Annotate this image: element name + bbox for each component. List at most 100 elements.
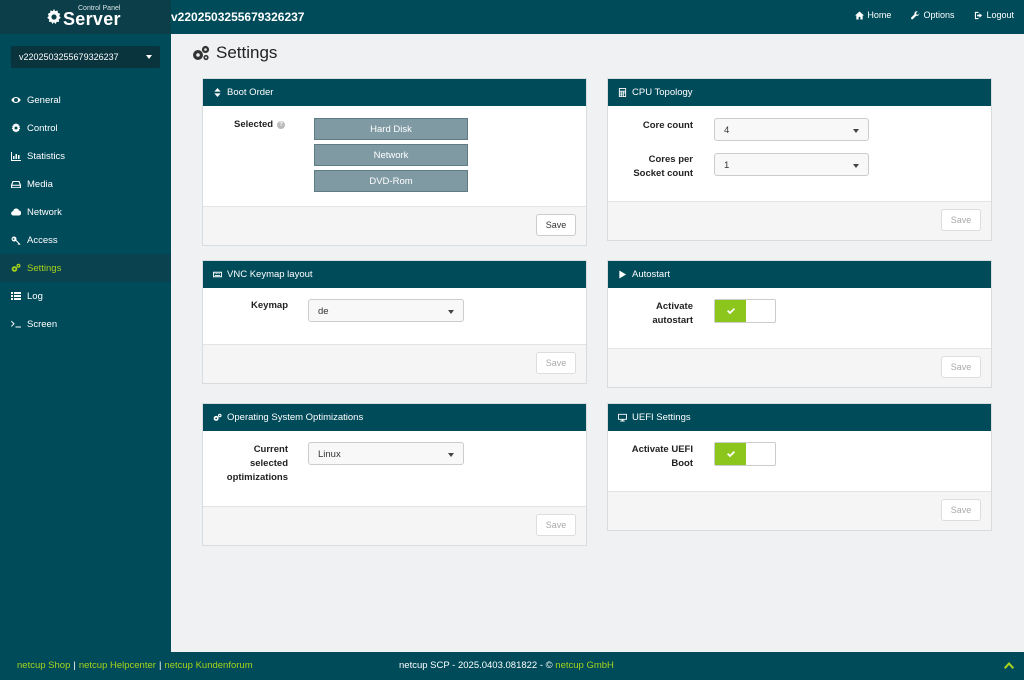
sidebar-item-label: Media: [27, 178, 53, 190]
autostart-toggle[interactable]: [714, 299, 776, 323]
footer-link-helpcenter[interactable]: netcup Helpcenter: [79, 660, 156, 671]
server-title: v2202503255679326237: [171, 10, 305, 24]
save-button[interactable]: Save: [536, 352, 576, 374]
chevron-down-icon: [448, 310, 454, 314]
label-line: Activate: [656, 301, 693, 312]
sidebar-item-label: Screen: [27, 318, 58, 330]
home-link[interactable]: Home: [855, 10, 891, 20]
logo[interactable]: Control Panel Server: [0, 0, 171, 34]
sidebar-item-general[interactable]: General: [0, 86, 171, 114]
panel-footer: Save: [203, 206, 586, 245]
key-icon: [10, 235, 22, 245]
boot-item-dvd-rom[interactable]: DVD-Rom: [314, 170, 468, 192]
logo-title: Server: [63, 9, 121, 29]
chevron-up-icon[interactable]: [1004, 662, 1014, 670]
panel-header: Operating System Optimizations: [203, 404, 586, 431]
gears-icon: [10, 263, 22, 273]
sidebar-item-access[interactable]: Access: [0, 226, 171, 254]
footer-version: netcup SCP - 2025.0403.081822 - © netcup…: [399, 660, 614, 671]
boot-item-hard-disk[interactable]: Hard Disk: [314, 118, 468, 140]
sidebar-item-log[interactable]: Log: [0, 282, 171, 310]
help-icon[interactable]: ?: [277, 121, 286, 129]
page-header: Settings: [192, 43, 277, 63]
panel-title: CPU Topology: [632, 87, 693, 98]
panel-title: Autostart: [632, 269, 671, 280]
sidebar-nav: General Control Statistics Media Network…: [0, 86, 171, 338]
sidebar: v2202503255679326237 General Control Sta…: [0, 34, 171, 652]
uefi-toggle[interactable]: [714, 442, 776, 466]
boot-item-label: Hard Disk: [370, 123, 412, 135]
os-optimizations-label: Current selected optimizations: [227, 443, 288, 485]
options-label: Options: [923, 10, 955, 20]
chevron-down-icon: [146, 55, 152, 59]
cpu-topology-panel: CPU Topology Core count 4 Cores per Sock…: [607, 78, 992, 241]
panel-header: VNC Keymap layout: [203, 261, 586, 288]
sidebar-item-label: Access: [27, 234, 58, 246]
wrench-icon: [911, 10, 920, 19]
panel-title: UEFI Settings: [632, 412, 691, 423]
sidebar-item-label: Network: [27, 206, 62, 218]
core-count-label: Core count: [642, 120, 693, 131]
panel-footer: Save: [203, 344, 586, 383]
os-optimizations-panel: Operating System Optimizations Current s…: [202, 403, 587, 546]
home-label: Home: [867, 10, 892, 20]
page-title: Settings: [216, 43, 278, 62]
panel-header: Boot Order: [203, 79, 586, 106]
sidebar-item-settings[interactable]: Settings: [0, 254, 171, 282]
keymap-label: Keymap: [251, 300, 288, 311]
label-line: optimizations: [226, 472, 288, 483]
home-icon: [855, 10, 865, 20]
save-button[interactable]: Save: [536, 514, 576, 536]
boot-item-network[interactable]: Network: [314, 144, 468, 166]
sidebar-item-network[interactable]: Network: [0, 198, 171, 226]
top-bar: Control Panel Server v220250325567932623…: [0, 0, 1024, 34]
panel-header: Autostart: [608, 261, 991, 288]
footer-link-shop[interactable]: netcup Shop: [17, 660, 70, 671]
keyboard-icon: [213, 271, 222, 278]
label-line: Activate UEFI: [631, 444, 693, 455]
sidebar-item-statistics[interactable]: Statistics: [0, 142, 171, 170]
gears-icon: [193, 45, 210, 61]
save-button[interactable]: Save: [536, 214, 576, 236]
uefi-label: Activate UEFI Boot: [632, 443, 693, 471]
footer: netcup Shop | netcup Helpcenter | netcup Kun…: [0, 652, 1024, 680]
chevron-down-icon: [853, 164, 859, 168]
save-button[interactable]: Save: [941, 209, 981, 231]
play-icon: [619, 270, 627, 279]
separator: |: [73, 660, 76, 671]
toggle-on: [715, 300, 746, 322]
calculator-icon: [618, 88, 627, 97]
panel-footer: Save: [203, 506, 586, 545]
monitor-icon: [618, 413, 627, 422]
separator: |: [158, 660, 162, 671]
options-link[interactable]: Options: [911, 10, 954, 20]
sidebar-item-media[interactable]: Media: [0, 170, 171, 198]
panel-title: VNC Keymap layout: [227, 269, 313, 280]
label-line: Socket count: [633, 168, 693, 179]
os-optimizations-select[interactable]: Linux: [308, 442, 464, 465]
list-icon: [10, 291, 22, 301]
label-line: Current: [253, 444, 288, 455]
cores-per-socket-select[interactable]: 1: [714, 153, 869, 176]
core-count-value: 4: [724, 125, 730, 136]
save-button[interactable]: Save: [941, 499, 981, 521]
sidebar-item-screen[interactable]: Screen: [0, 310, 171, 338]
panel-title: Operating System Optimizations: [227, 412, 364, 423]
version-text: netcup SCP - 2025.0403.081822 - ©: [399, 660, 553, 671]
save-button[interactable]: Save: [941, 356, 981, 378]
sort-icon: [214, 88, 221, 97]
keymap-select[interactable]: de: [308, 299, 464, 322]
boot-item-label: DVD-Rom: [369, 175, 413, 187]
uefi-panel: UEFI Settings Activate UEFI Boot Save: [607, 403, 992, 531]
toggle-on: [715, 443, 746, 465]
boot-item-label: Network: [373, 149, 409, 161]
sidebar-item-control[interactable]: Control: [0, 114, 171, 142]
server-select[interactable]: v2202503255679326237: [11, 46, 160, 68]
footer-link-forum[interactable]: netcup Kundenforum: [164, 660, 252, 671]
core-count-select[interactable]: 4: [714, 118, 869, 141]
logout-link[interactable]: Logout: [974, 10, 1014, 20]
footer-links: netcup Shop | netcup Helpcenter | netcup Kun…: [17, 660, 253, 671]
boot-order-label-text: Selected: [234, 119, 274, 130]
panel-header: CPU Topology: [608, 79, 991, 106]
gears-icon: [213, 413, 222, 421]
